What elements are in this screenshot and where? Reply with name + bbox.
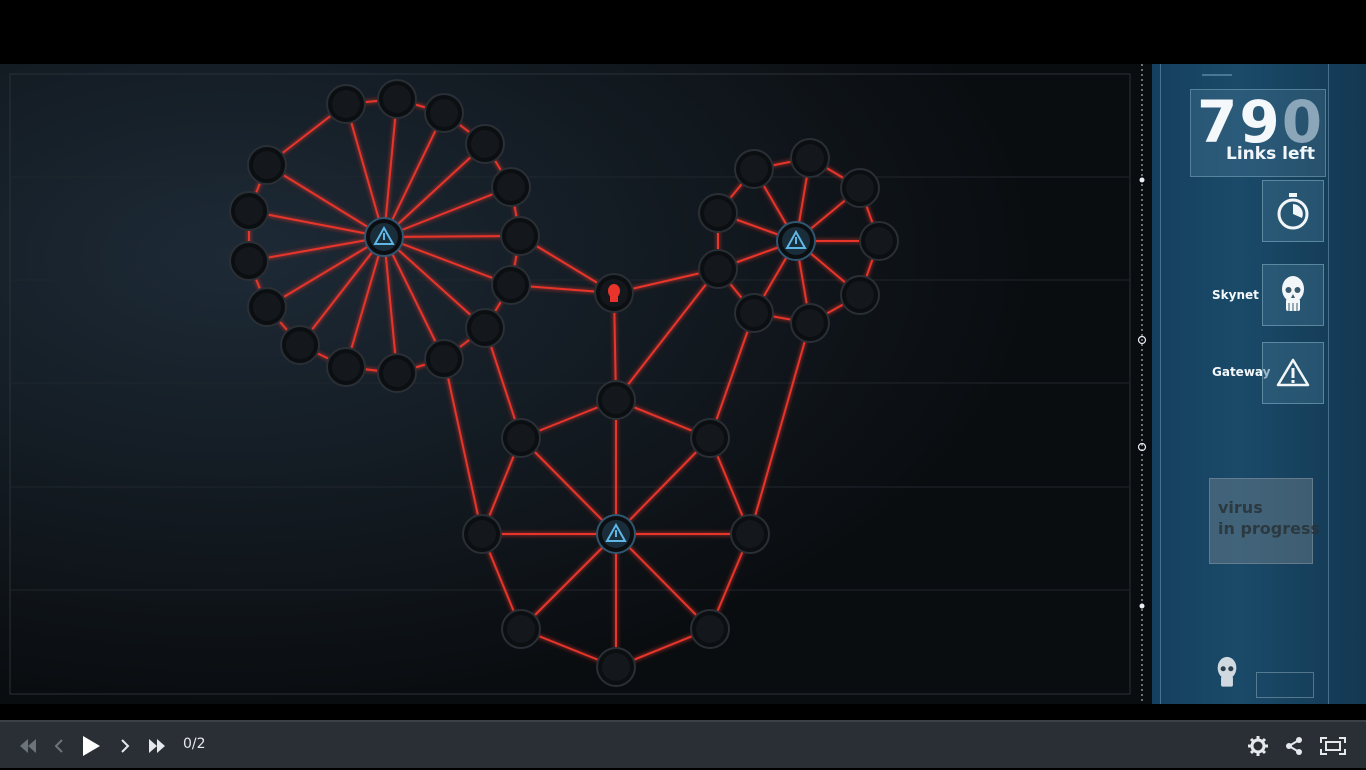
stopwatch-icon [1277, 193, 1309, 230]
network-node[interactable] [790, 138, 830, 178]
network-node[interactable] [280, 325, 320, 365]
network-node[interactable] [501, 418, 541, 458]
status-text: virus in progress [1218, 498, 1321, 538]
network-board [0, 64, 1152, 704]
progress-indicator [1256, 672, 1314, 698]
chevron-right-icon [121, 739, 130, 753]
network-node[interactable] [596, 647, 636, 687]
skull-icon [608, 284, 620, 298]
play-button[interactable] [76, 722, 106, 770]
panel-tick [1202, 74, 1232, 76]
skull-icon [1282, 276, 1304, 311]
links-left-label: Links left [1226, 144, 1315, 164]
timer-tile [1262, 180, 1324, 242]
settings-button[interactable] [1246, 722, 1270, 770]
network-node[interactable] [465, 308, 505, 348]
gateway-warning-icon [1276, 358, 1310, 387]
network-node[interactable] [500, 216, 540, 256]
last-frame-button[interactable] [144, 722, 170, 770]
network-node[interactable] [491, 167, 531, 207]
network-node[interactable] [247, 287, 287, 327]
network-node[interactable] [462, 514, 502, 554]
timeline-marker [1139, 177, 1145, 183]
chevron-left-icon [54, 739, 63, 753]
network-node[interactable] [730, 514, 770, 554]
gateway-node[interactable] [364, 217, 404, 257]
skip-to-end-icon [149, 739, 165, 753]
network-node[interactable] [424, 339, 464, 379]
hud-panel: 790 Links left Skynet Gateway virus in p… [1152, 64, 1366, 704]
fullscreen-icon [1320, 737, 1346, 755]
play-icon [83, 736, 100, 756]
share-button[interactable] [1283, 722, 1305, 770]
network-node[interactable] [326, 84, 366, 124]
links-counter: 790 Links left [1190, 88, 1326, 177]
network-node[interactable] [790, 303, 830, 343]
legend-skynet-tile [1262, 264, 1324, 326]
legend-gateway-tile [1262, 342, 1324, 404]
frame-counter: 0/2 [183, 736, 206, 752]
network-node[interactable] [698, 193, 738, 233]
timeline-marker [1139, 603, 1145, 609]
network-node[interactable] [326, 347, 366, 387]
gateway-node[interactable] [776, 221, 816, 261]
network-node[interactable] [465, 124, 505, 164]
network-node[interactable] [247, 145, 287, 185]
previous-frame-button[interactable] [48, 722, 70, 770]
network-node[interactable] [501, 609, 541, 649]
gear-icon [1248, 736, 1268, 756]
network-node[interactable] [734, 149, 774, 189]
network-node[interactable] [698, 249, 738, 289]
network-node[interactable] [734, 293, 774, 333]
network-node[interactable] [690, 418, 730, 458]
replay-controls: 0/2 [0, 720, 1366, 768]
skynet-agent-node[interactable] [594, 273, 634, 313]
share-icon [1286, 737, 1302, 755]
game-viewport: 790 Links left Skynet Gateway virus in p… [0, 64, 1366, 704]
network-node[interactable] [377, 353, 417, 393]
next-frame-button[interactable] [114, 722, 136, 770]
network-node[interactable] [859, 221, 899, 261]
skull-icon [1217, 656, 1237, 687]
network-node[interactable] [377, 79, 417, 119]
network-node[interactable] [424, 93, 464, 133]
fullscreen-button[interactable] [1318, 722, 1348, 770]
network-node[interactable] [229, 191, 269, 231]
network-node[interactable] [229, 241, 269, 281]
network-node[interactable] [596, 380, 636, 420]
network-link[interactable] [383, 235, 521, 238]
legend-skynet-label: Skynet [1212, 288, 1259, 302]
network-node[interactable] [840, 168, 880, 208]
panel-rule [1328, 64, 1329, 704]
gateway-node[interactable] [596, 514, 636, 554]
panel-rule [1160, 64, 1161, 704]
network-node[interactable] [840, 275, 880, 315]
network-node[interactable] [690, 609, 730, 649]
first-frame-button[interactable] [14, 722, 42, 770]
top-letterbox [0, 0, 1366, 64]
skip-to-start-icon [20, 739, 36, 753]
network-node[interactable] [491, 265, 531, 305]
status-box: virus in progress [1209, 478, 1320, 564]
